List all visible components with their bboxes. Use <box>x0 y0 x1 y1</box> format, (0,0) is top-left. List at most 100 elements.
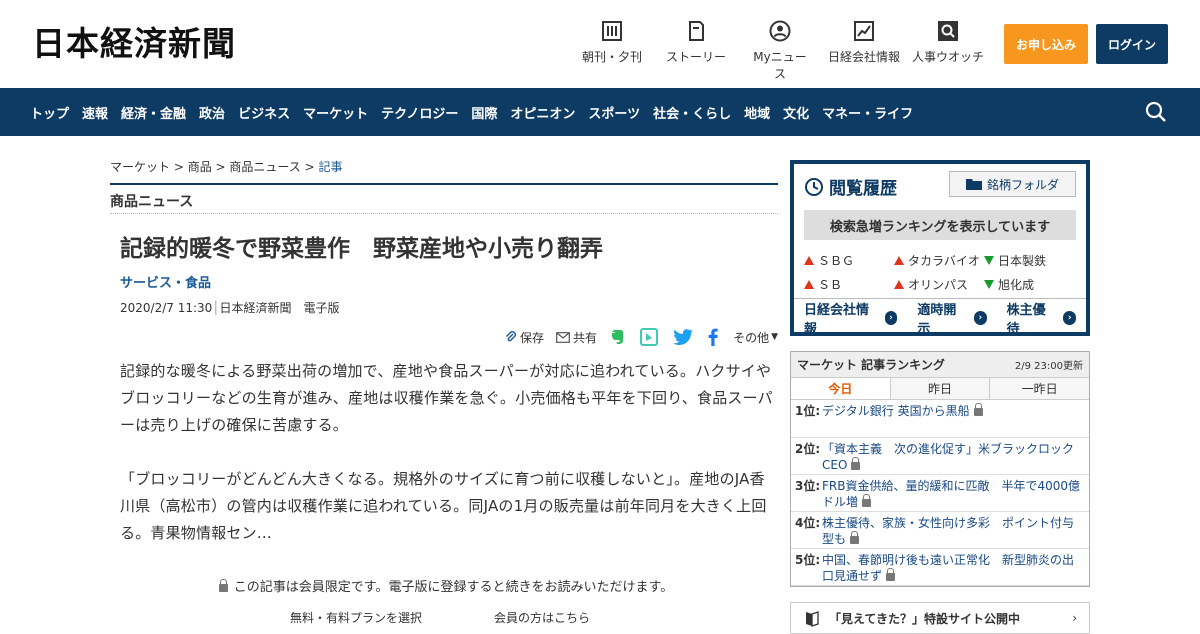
lock-icon <box>973 403 983 416</box>
stock-name: オリンパス <box>908 277 969 292</box>
nav-item[interactable]: ビジネス <box>238 103 290 122</box>
stock-item[interactable]: ＳＢＧ <box>804 252 894 269</box>
stock-name: ＳＢＧ <box>818 253 855 268</box>
stock-name: 日本製鉄 <box>998 253 1047 268</box>
nav-item[interactable]: テクノロジー <box>381 103 458 122</box>
personnel-watch-link[interactable]: 人事ウオッチ <box>912 20 984 65</box>
my-news-label: Myニュース <box>753 50 807 81</box>
stock-item[interactable]: タカラバイオ <box>894 252 984 269</box>
ranking-headline-text: 株主優待、家族・女性向け多彩 ポイント付与型も <box>822 516 1075 546</box>
site-logo[interactable]: 日本経済新聞 <box>32 26 236 62</box>
apply-button[interactable]: お申し込み <box>1004 24 1088 64</box>
nav-item[interactable]: 経済・金融 <box>121 103 186 122</box>
tab-day-before-yesterday[interactable]: 一昨日 <box>990 378 1090 399</box>
timely-disclosure-link[interactable]: 適時開示 › <box>912 299 991 337</box>
nav-item[interactable]: 文化 <box>783 103 809 122</box>
stock-list: ＳＢＧ タカラバイオ 日本製鉄 ＳＢ オリンパス 旭化成 <box>804 248 1076 296</box>
stock-item[interactable]: オリンパス <box>894 276 984 293</box>
company-info-quick-link[interactable]: 日経会社情報 › <box>799 299 902 337</box>
ranking-item[interactable]: 1位: デジタル銀行 英国から黒船 <box>791 400 1089 438</box>
evernote-share-button[interactable] <box>609 328 628 346</box>
facebook-share-button[interactable] <box>708 328 721 346</box>
article-source: 日本経済新聞 電子版 <box>219 301 340 315</box>
story-link[interactable]: ストーリー <box>666 20 726 65</box>
share-label: 共有 <box>573 330 598 345</box>
twitter-icon <box>673 329 694 345</box>
member-login-link[interactable]: 会員の方はこちら <box>494 609 590 626</box>
stock-item[interactable]: 旭化成 <box>984 276 1074 293</box>
shareholder-benefits-link[interactable]: 株主優待 › <box>1002 299 1081 337</box>
stock-item[interactable]: ＳＢ <box>804 276 894 293</box>
share-button[interactable]: 共有 <box>556 329 597 346</box>
morning-evening-edition-link[interactable]: 朝刊・夕刊 <box>582 20 642 65</box>
select-plan-link[interactable]: 無料・有料プランを選択 <box>290 609 422 626</box>
folder-icon <box>965 179 982 190</box>
meta-divider: │ <box>212 301 220 315</box>
nav-item[interactable]: 地域 <box>744 103 770 122</box>
breadcrumb-separator: > <box>300 160 319 174</box>
nav-item[interactable]: トップ <box>30 103 69 122</box>
lock-icon <box>851 457 861 470</box>
my-news-link[interactable]: Myニュース <box>748 20 812 82</box>
tab-today[interactable]: 今日 <box>791 378 891 399</box>
chevron-right-icon: › <box>884 310 898 325</box>
lock-icon <box>862 494 872 507</box>
ranking-list: 1位: デジタル銀行 英国から黒船 2位: 「資本主義 次の進化促す」米ブラックロック… <box>791 400 1089 586</box>
chevron-right-icon: › <box>974 310 987 325</box>
nav-item[interactable]: 速報 <box>82 103 108 122</box>
nav-item[interactable]: マネー・ライフ <box>822 103 913 122</box>
twitter-share-button[interactable] <box>673 329 696 345</box>
login-button[interactable]: ログイン <box>1096 24 1168 64</box>
note-share-button[interactable] <box>640 328 661 346</box>
article-category[interactable]: サービス・食品 <box>120 272 778 291</box>
ranking-headline: FRB資金供給、量的緩和に匹敵 半年で4000億ドル増 <box>822 478 1085 511</box>
note-icon <box>640 328 659 346</box>
ranking-headline-text: 中国、春節明け後も遠い正常化 新型肺炎の出口見通せず <box>822 553 1075 583</box>
history-title-text: 閲覧履歴 <box>829 179 897 199</box>
stock-item[interactable]: 日本製鉄 <box>984 252 1074 269</box>
breadcrumb-item-market[interactable]: マーケット <box>110 160 170 174</box>
chart-icon <box>854 21 874 41</box>
special-site-banner[interactable]: 「見えてきた？」特設サイト公開中 › <box>790 602 1090 634</box>
ranking-item[interactable]: 5位: 中国、春節明け後も遠い正常化 新型肺炎の出口見通せず <box>791 549 1089 586</box>
breadcrumb-separator: > <box>170 160 188 174</box>
triangle-up-icon <box>804 279 814 289</box>
ranking-tabs: 今日 昨日 一昨日 <box>791 378 1090 400</box>
breadcrumb-item-commodity[interactable]: 商品 <box>188 160 212 174</box>
breadcrumb-item-commodity-news[interactable]: 商品ニュース <box>229 160 300 174</box>
ranking-header: マーケット 記事ランキング 2/9 23:00更新 <box>791 352 1089 378</box>
ranking-item[interactable]: 3位: FRB資金供給、量的緩和に匹敵 半年で4000億ドル増 <box>791 475 1089 512</box>
search-icon[interactable] <box>1144 100 1168 124</box>
magnifier-icon <box>938 21 958 41</box>
paywall-links: 無料・有料プランを選択 会員の方はこちら <box>290 609 662 626</box>
breadcrumb-separator: > <box>211 160 230 174</box>
article-title: 記録的暖冬で野菜豊作 野菜産地や小売り翻弄 <box>120 236 603 262</box>
newspaper-icon <box>602 21 622 41</box>
book-open-icon <box>806 611 819 627</box>
nav-item[interactable]: スポーツ <box>588 103 640 122</box>
nav-item[interactable]: 国際 <box>471 103 497 122</box>
ranking-title: マーケット 記事ランキング <box>797 358 945 372</box>
nav-item[interactable]: 政治 <box>199 103 225 122</box>
ranking-headline: デジタル銀行 英国から黒船 <box>822 403 983 437</box>
company-info-quick-label: 日経会社情報 <box>804 302 870 337</box>
article-paragraph-2: 「ブロッコリーがどんどん大きくなる。規格外のサイズに育つ前に収穫しないと」。産地… <box>120 470 767 542</box>
shareholder-benefits-label: 株主優待 <box>1006 302 1046 337</box>
stock-folder-button[interactable]: 銘柄フォルダ <box>949 171 1076 197</box>
nav-item[interactable]: マーケット <box>303 103 368 122</box>
save-button[interactable]: 保存 <box>505 329 544 346</box>
nav-item[interactable]: オピニオン <box>510 103 575 122</box>
ranking-updated: 2/9 23:00更新 <box>1014 361 1083 372</box>
more-share-button[interactable]: その他 ▼ <box>733 329 778 346</box>
ranking-headline-text: FRB資金供給、量的緩和に匹敵 半年で4000億ドル増 <box>822 479 1081 509</box>
nav-item[interactable]: 社会・くらし <box>653 103 731 122</box>
site-header: 日本経済新聞 朝刊・夕刊 ストーリー Myニュース 日経会社情報 人事ウオッチ … <box>0 0 1200 88</box>
tab-yesterday[interactable]: 昨日 <box>890 378 991 399</box>
ranking-item[interactable]: 2位: 「資本主義 次の進化促す」米ブラックロックCEO <box>791 438 1089 475</box>
triangle-down-icon <box>984 279 994 289</box>
company-info-link[interactable]: 日経会社情報 <box>828 20 900 65</box>
ranking-item[interactable]: 4位: 株主優待、家族・女性向け多彩 ポイント付与型も <box>791 512 1089 549</box>
ranking-headline: 「資本主義 次の進化促す」米ブラックロックCEO <box>822 441 1085 474</box>
members-only-text: この記事は会員限定です。電子版に登録すると続きをお読みいただけます。 <box>233 580 674 595</box>
more-label: その他 <box>733 330 770 345</box>
